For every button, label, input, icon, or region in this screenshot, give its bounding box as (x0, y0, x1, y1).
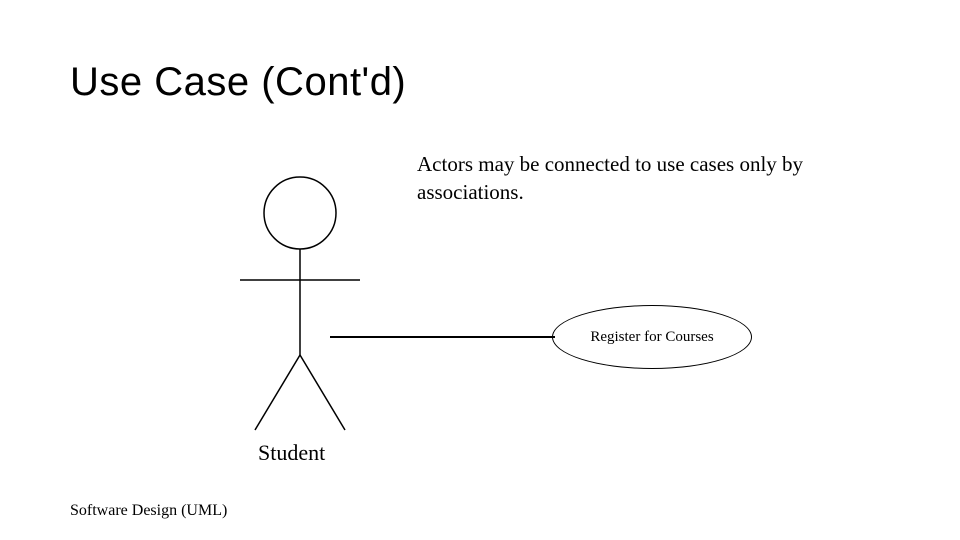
actor-stick-figure-icon (225, 175, 375, 435)
body-text: Actors may be connected to use cases onl… (417, 150, 847, 207)
usecase-label: Register for Courses (590, 329, 713, 346)
slide-title: Use Case (Cont'd) (70, 60, 406, 105)
slide: Use Case (Cont'd) Actors may be connecte… (0, 0, 960, 540)
association-line (330, 336, 555, 338)
footer-text: Software Design (UML) (70, 502, 227, 520)
actor-label: Student (258, 440, 325, 466)
usecase-ellipse: Register for Courses (552, 305, 752, 369)
